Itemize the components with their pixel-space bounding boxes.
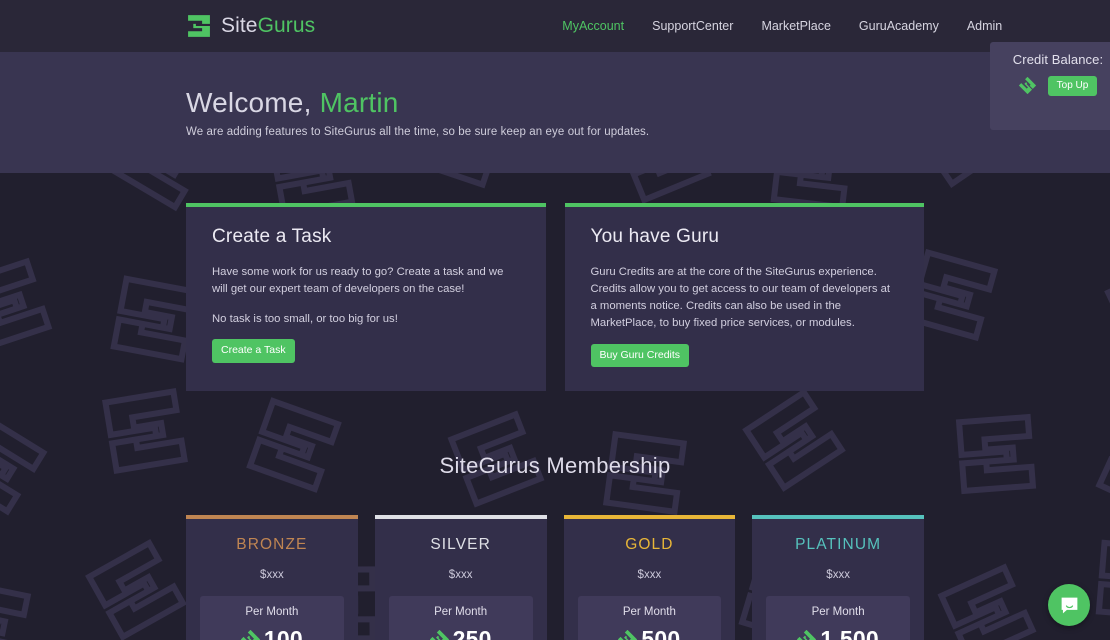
welcome-subtitle: We are adding features to SiteGurus all … [186,126,650,139]
plan-price-bronze: $xxx [260,568,284,581]
plan-name-platinum: PLATINUM [795,535,882,553]
plan-credits-value-bronze: 100 [263,625,303,640]
plan-price-platinum: $xxx [826,568,850,581]
plan-period-gold: Per Month [622,605,676,618]
plan-card-platinum[interactable]: PLATINUM $xxx Per Month 1,500 [752,514,924,640]
plan-credits-bronze: 100 [206,626,338,640]
plan-credits-platinum: 1,500 [772,626,904,640]
guru-credits-card-paragraph-1: Guru Credits are at the core of the Site… [590,266,891,330]
credit-balance-label: Credit Balance: [1012,51,1104,67]
plan-credit-box-gold: Per Month 500 [577,595,722,640]
welcome-heading: Welcome, Martin [186,87,924,119]
guru-credit-icon [618,629,638,640]
chat-bubble-icon [1061,597,1077,613]
welcome-prefix-text: Welcome, [186,86,312,118]
nav-link-supportcenter[interactable]: SupportCenter [652,19,733,33]
buy-guru-credits-button[interactable]: Buy Guru Credits [590,343,690,367]
create-task-card-title: Create a Task [212,226,332,247]
plan-name-silver: SILVER [430,535,491,553]
create-task-card-paragraph-1: Have some work for us ready to go? Creat… [212,266,504,296]
guru-credit-icon [429,629,449,640]
nav-link-marketplace[interactable]: MarketPlace [761,19,830,33]
nav-link-guruacademy[interactable]: GuruAcademy [859,19,939,33]
plan-period-silver: Per Month [434,605,488,618]
create-task-card-paragraph-2: No task is too small, or too big for us! [212,313,398,326]
plan-period-platinum: Per Month [811,605,865,618]
create-a-task-button[interactable]: Create a Task [212,339,295,363]
guru-credit-icon [1018,77,1036,95]
guru-credits-card: You have Guru Guru Credits are at the co… [564,203,924,391]
nav-link-admin[interactable]: Admin [967,19,1002,33]
plan-name-bronze: BRONZE [236,535,308,553]
brand-wordmark: SiteGurus [221,14,315,38]
plan-credit-box-silver: Per Month 250 [388,595,533,640]
membership-plans-row: BRONZE $xxx Per Month 100 SILVER $xxx Pe… [186,514,924,640]
plan-credits-value-gold: 500 [641,625,681,640]
plan-price-silver: $xxx [448,568,473,581]
credit-balance-panel: Credit Balance: Top Up [990,41,1110,130]
plan-credits-value-silver: 250 [452,625,492,640]
welcome-user-name: Martin [319,86,399,118]
top-up-button[interactable]: Top Up [1047,75,1098,96]
brand-text-site: Site [221,14,258,37]
plan-price-gold: $xxx [637,568,662,581]
guru-credits-card-title: You have Guru [590,226,720,247]
top-navigation-bar: SiteGurus MyAccount SupportCenter Market… [0,0,1110,52]
brand-logo[interactable]: SiteGurus [186,13,315,39]
plan-credits-value-platinum: 1,500 [820,625,879,640]
plan-credit-box-bronze: Per Month 100 [200,595,344,640]
plan-card-silver[interactable]: SILVER $xxx Per Month 250 [374,514,547,640]
plan-name-gold: GOLD [625,535,674,553]
plan-card-bronze[interactable]: BRONZE $xxx Per Month 100 [186,514,358,640]
brand-text-gurus: Gurus [257,14,316,37]
nav-link-myaccount[interactable]: MyAccount [562,19,624,33]
membership-section-heading: SiteGurus Membership [439,452,671,478]
plan-period-bronze: Per Month [245,605,299,618]
plan-card-gold[interactable]: GOLD $xxx Per Month 500 [563,514,736,640]
plan-credits-gold: 500 [584,626,716,640]
main-nav-links: MyAccount SupportCenter MarketPlace Guru… [562,19,1002,33]
chat-launcher-button[interactable] [1048,584,1090,626]
guru-credit-icon [240,629,260,640]
plan-credit-box-platinum: Per Month 1,500 [766,595,910,640]
create-task-card: Create a Task Have some work for us read… [186,203,546,391]
welcome-hero-band: Welcome, Martin We are adding features t… [0,41,1110,173]
guru-credit-icon [797,629,817,640]
main-content: Create a Task Have some work for us read… [0,203,1110,640]
plan-credits-silver: 250 [395,626,527,640]
info-cards-row: Create a Task Have some work for us read… [186,203,924,391]
sitegurus-logo-icon [188,15,210,37]
